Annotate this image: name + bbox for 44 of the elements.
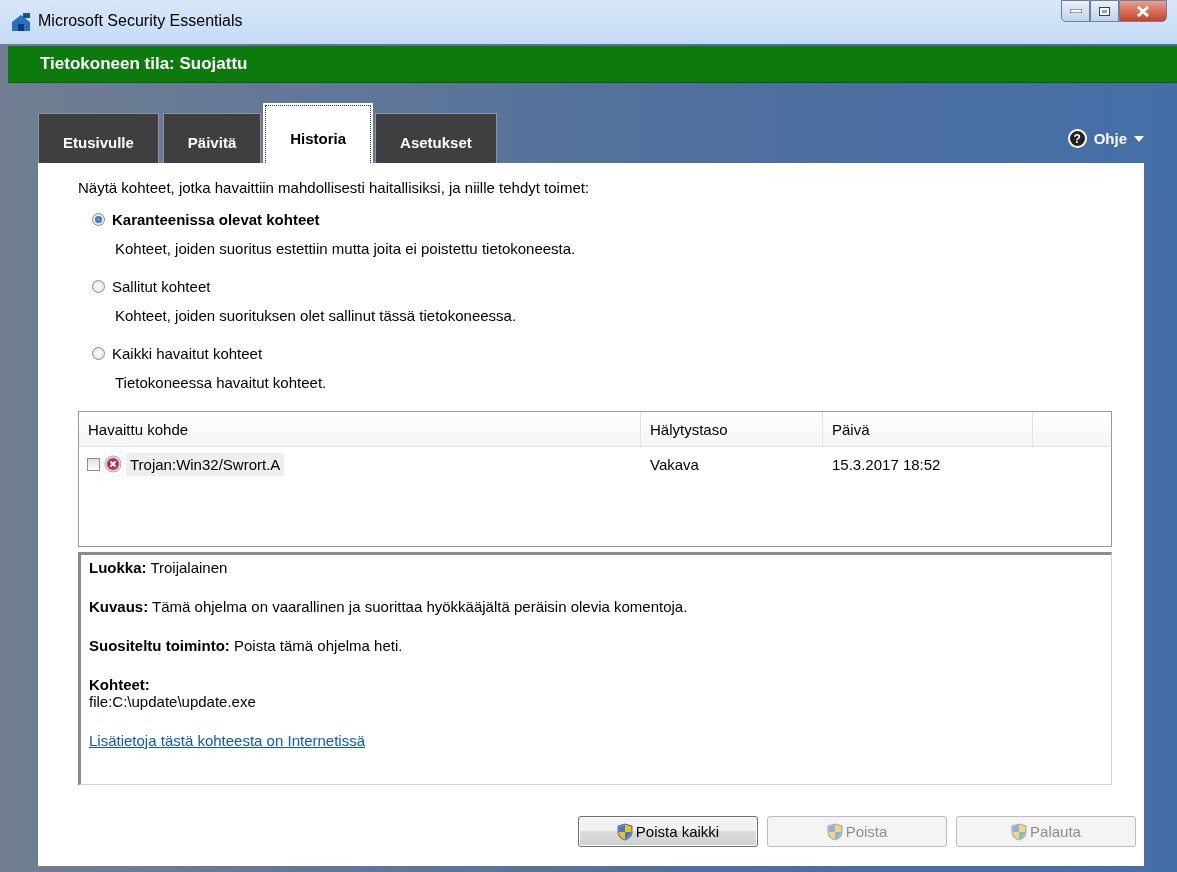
table-cell-text: Vakava bbox=[649, 455, 700, 473]
detail-text: Luokka: Troijalainen bbox=[89, 559, 229, 576]
column-header[interactable]: Havaittu kohde bbox=[79, 412, 641, 446]
close-icon bbox=[1136, 5, 1150, 17]
detail-text: Suositeltu toiminto: Poista tämä ohjelma heti. bbox=[89, 637, 404, 654]
radio-label[interactable]: Sallitut kohteet bbox=[112, 277, 211, 295]
maximize-icon bbox=[1099, 6, 1110, 16]
option-description: Kohteet, joiden suorituksen olet sallinut tässä tietokoneessa. bbox=[115, 307, 518, 324]
option-description: Kohteet, joiden suoritus estettiin mutta joita ei poistettu tietokoneesta. bbox=[115, 240, 577, 257]
detail-label: Kohteet: bbox=[89, 676, 151, 693]
file-path: file:C:\update\update.exe bbox=[89, 693, 257, 710]
intro-text: Näytä kohteet, jotka havaittiin mahdollisesti haitallisiksi, ja niille tehdyt toimet: bbox=[78, 179, 591, 196]
house-icon bbox=[10, 12, 32, 32]
checkbox[interactable] bbox=[87, 457, 100, 471]
help-menu[interactable]: ? Ohje bbox=[1067, 129, 1144, 148]
status-bar: Tietokoneen tila: Suojattu bbox=[8, 46, 1177, 83]
minimize-button[interactable] bbox=[1061, 0, 1090, 22]
info-link[interactable]: Lisätietoja tästä kohteesta on Internetissä bbox=[89, 732, 365, 749]
maximize-button[interactable] bbox=[1090, 0, 1119, 22]
caret-icon bbox=[1134, 135, 1144, 142]
shield-icon bbox=[1011, 822, 1028, 841]
column-header[interactable]: Hälytystaso bbox=[641, 412, 823, 446]
threat-name[interactable]: Trojan:Win32/Swrort.A bbox=[126, 452, 285, 476]
table-cell-text: 15.3.2017 18:52 bbox=[831, 455, 942, 473]
radio-button[interactable] bbox=[92, 212, 105, 226]
window-title: Microsoft Security Essentials bbox=[38, 12, 244, 30]
radio-button[interactable] bbox=[92, 346, 105, 360]
action-button[interactable]: Poista kaikki bbox=[578, 816, 758, 847]
minimize-icon bbox=[1069, 9, 1082, 13]
radio-label[interactable]: Kaikki havaitut kohteet bbox=[112, 344, 263, 362]
column-header[interactable]: Päivä bbox=[823, 412, 1033, 446]
radio-button[interactable] bbox=[92, 279, 105, 293]
tab[interactable]: Etusivulle bbox=[38, 113, 159, 163]
error-icon bbox=[104, 455, 122, 473]
tab[interactable]: Historia bbox=[265, 105, 372, 163]
shield-icon bbox=[826, 822, 843, 841]
close-button[interactable] bbox=[1119, 0, 1167, 22]
tab[interactable]: Päivitä bbox=[162, 113, 262, 163]
shield-icon bbox=[616, 822, 633, 841]
detail-text: Kuvaus: Tämä ohjelma on vaarallinen ja suorittaa hyökkääjältä peräisin olevia komentoja. bbox=[89, 598, 689, 615]
tab[interactable]: Asetukset bbox=[375, 113, 497, 163]
radio-label[interactable]: Karanteenissa olevat kohteet bbox=[112, 210, 320, 228]
help-icon: ? bbox=[1067, 129, 1087, 148]
option-description: Tietokoneessa havaitut kohteet. bbox=[115, 374, 328, 391]
